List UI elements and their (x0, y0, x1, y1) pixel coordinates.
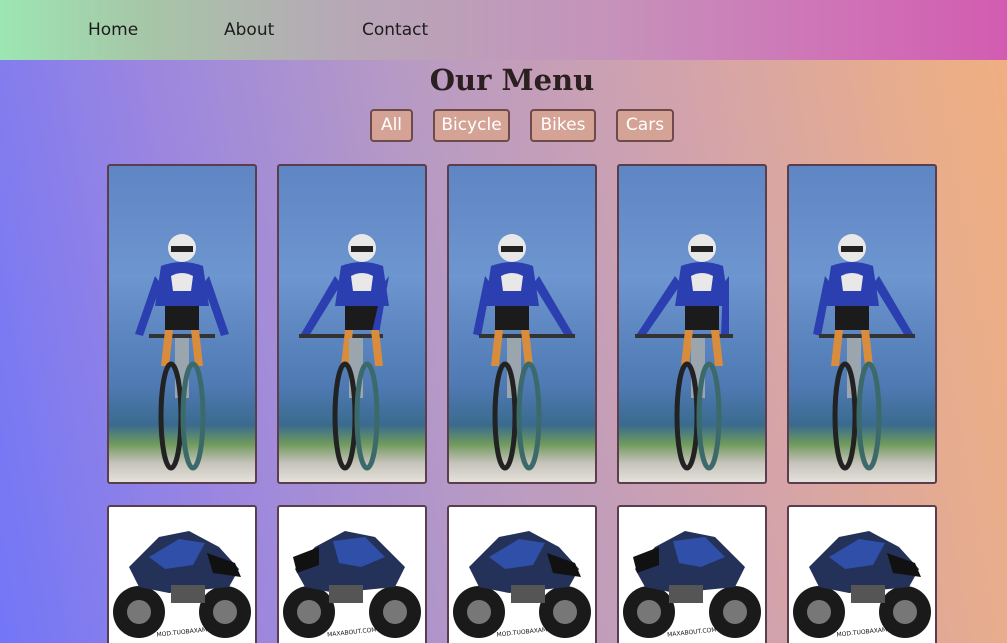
watermark-text: MOD.TUOBAXAM (156, 626, 207, 638)
filter-bikes-button[interactable]: Bikes (530, 109, 596, 142)
cyclist-image (635, 234, 733, 471)
gallery-card-bicycle[interactable] (277, 164, 427, 484)
filter-cars-button[interactable]: Cars (616, 109, 674, 142)
gallery-card-bike[interactable]: MOD.TUOBAXAM (787, 505, 937, 643)
cyclist-image (299, 234, 389, 471)
page-title: Our Menu (429, 63, 595, 97)
gallery-card-bike[interactable]: MOD.TUOBAXAM (107, 505, 257, 643)
nav-home-link[interactable]: Home (88, 19, 138, 41)
gallery-card-bicycle[interactable] (787, 164, 937, 484)
gallery-card-bicycle[interactable] (447, 164, 597, 484)
motorcycle-image: MOD.TUOBAXAM (793, 531, 931, 639)
cyclist-image (135, 234, 229, 471)
filter-bicycle-button[interactable]: Bicycle (433, 109, 510, 142)
motorcycle-image: MAXABOUT.COM (623, 531, 761, 639)
navbar: Home About Contact (0, 0, 1007, 60)
gallery-card-bicycle[interactable] (617, 164, 767, 484)
gallery-card-bike[interactable]: MAXABOUT.COM (277, 505, 427, 643)
watermark-text: MOD.TUOBAXAM (496, 626, 547, 638)
nav-about-link[interactable]: About (224, 19, 274, 41)
cyclist-image (473, 234, 575, 471)
filter-all-button[interactable]: All (370, 109, 413, 142)
cyclist-image (813, 234, 915, 471)
motorcycle-image: MAXABOUT.COM (283, 531, 421, 639)
watermark-text: MAXABOUT.COM (327, 626, 377, 638)
watermark-text: MOD.TUOBAXAM (836, 626, 887, 638)
motorcycle-image: MOD.TUOBAXAM (113, 531, 251, 639)
gallery-card-bike[interactable]: MOD.TUOBAXAM (447, 505, 597, 643)
watermark-text: MAXABOUT.COM (667, 626, 717, 638)
motorcycle-image: MOD.TUOBAXAM (453, 531, 591, 639)
gallery-card-bike[interactable]: MAXABOUT.COM (617, 505, 767, 643)
gallery-card-bicycle[interactable] (107, 164, 257, 484)
nav-contact-link[interactable]: Contact (362, 19, 428, 41)
